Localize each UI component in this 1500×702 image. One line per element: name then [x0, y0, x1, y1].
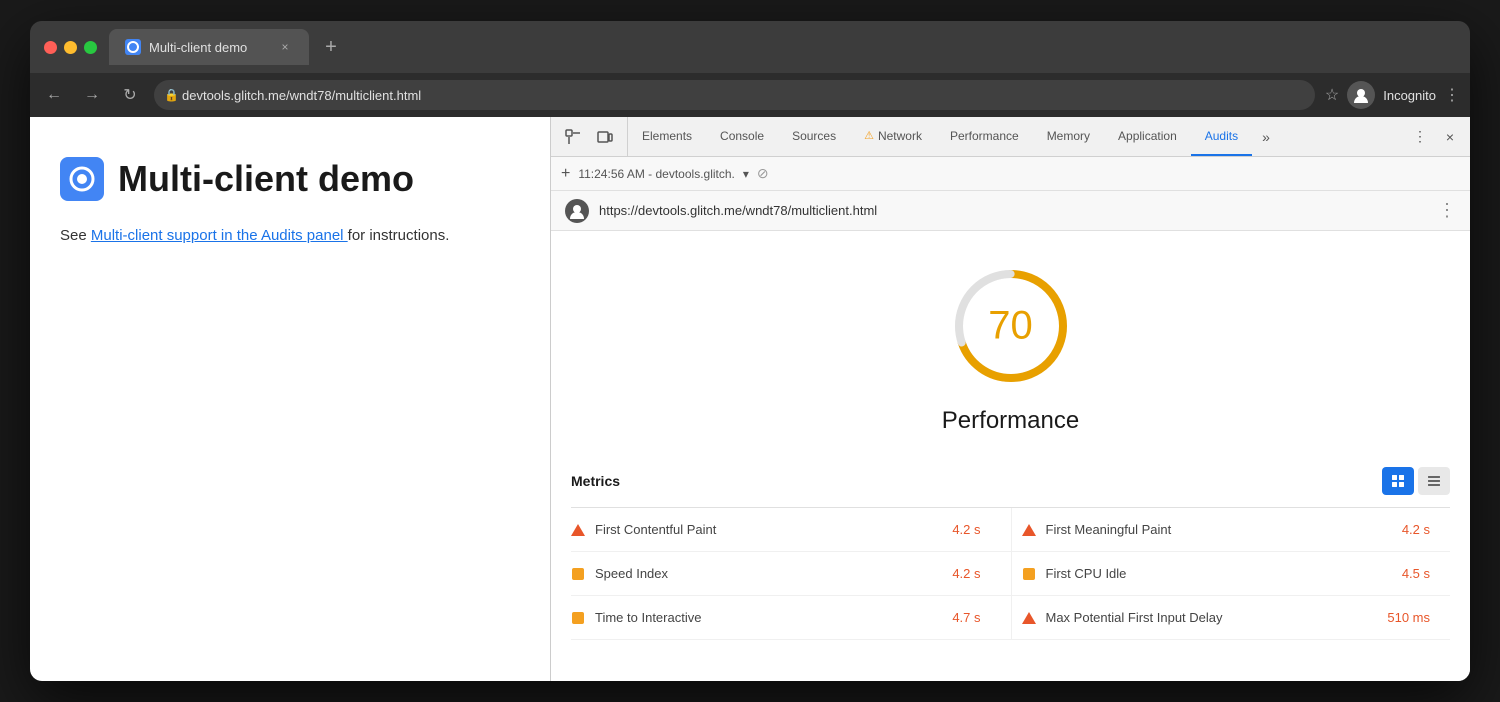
devtools-actions: ⋮ ×: [1400, 117, 1470, 156]
metric-item-si: Speed Index 4.2 s: [571, 552, 1011, 596]
close-traffic-light[interactable]: [44, 41, 57, 54]
tab-memory[interactable]: Memory: [1033, 117, 1104, 156]
performance-label: Performance: [942, 407, 1079, 435]
devtools-url-bar: https://devtools.glitch.me/wndt78/multic…: [551, 191, 1470, 231]
metric-value-fci: 4.5 s: [1402, 566, 1450, 581]
metric-name-si: Speed Index: [595, 566, 942, 581]
tab-title: Multi-client demo: [149, 40, 269, 55]
tab-bar: Multi-client demo × +: [109, 29, 1456, 65]
browser-tab[interactable]: Multi-client demo ×: [109, 29, 309, 65]
minimize-traffic-light[interactable]: [64, 41, 77, 54]
tab-close-button[interactable]: ×: [277, 39, 293, 55]
devtools-tabs: Elements Console Sources ⚠ Network Perfo…: [628, 117, 1400, 156]
devtools-url-more-button[interactable]: ⋮: [1438, 200, 1456, 221]
devtools-settings-button[interactable]: ⋮: [1408, 125, 1432, 149]
devtools-panel: Elements Console Sources ⚠ Network Perfo…: [550, 117, 1470, 681]
element-picker-icon[interactable]: [559, 123, 587, 151]
performance-content: 70 Performance Metrics: [551, 231, 1470, 681]
page-main-title: Multi-client demo: [118, 158, 414, 200]
metric-name-fcp: First Contentful Paint: [595, 522, 942, 537]
metric-item-fmp: First Meaningful Paint 4.2 s: [1011, 508, 1451, 552]
forward-button[interactable]: →: [78, 81, 106, 109]
audits-dropdown-icon[interactable]: ▾: [743, 167, 749, 181]
metric-icon-fmp: [1022, 523, 1036, 537]
metric-item-fci: First CPU Idle 4.5 s: [1011, 552, 1451, 596]
tab-audits[interactable]: Audits: [1191, 117, 1252, 156]
metric-value-mpfid: 510 ms: [1387, 610, 1450, 625]
incognito-label: Incognito: [1383, 88, 1436, 103]
browser-window: Multi-client demo × + ← → ↻ 🔒 ☆ Incognit…: [30, 21, 1470, 681]
metrics-view-toggle: [1382, 467, 1450, 495]
metric-icon-tti: [571, 611, 585, 625]
tab-elements[interactable]: Elements: [628, 117, 706, 156]
refresh-button[interactable]: ↻: [116, 81, 144, 109]
webpage-area: Multi-client demo See Multi-client suppo…: [30, 117, 550, 681]
devtools-close-button[interactable]: ×: [1438, 125, 1462, 149]
metrics-title: Metrics: [571, 473, 620, 489]
tab-favicon: [125, 39, 141, 55]
page-header: Multi-client demo: [60, 157, 520, 201]
metric-value-si: 4.2 s: [952, 566, 1000, 581]
main-content: Multi-client demo See Multi-client suppo…: [30, 117, 1470, 681]
maximize-traffic-light[interactable]: [84, 41, 97, 54]
incognito-avatar: [1347, 81, 1375, 109]
devtools-url-avatar: [565, 199, 589, 223]
metric-icon-fcp: [571, 523, 585, 537]
metric-icon-fci: [1022, 567, 1036, 581]
lock-icon: 🔒: [164, 88, 179, 102]
new-tab-button[interactable]: +: [317, 33, 345, 61]
audits-stop-button[interactable]: ⊘: [757, 165, 769, 182]
title-bar: Multi-client demo × +: [30, 21, 1470, 73]
body-suffix: for instructions.: [348, 227, 450, 244]
back-button[interactable]: ←: [40, 81, 68, 109]
metric-name-tti: Time to Interactive: [595, 610, 942, 625]
address-input[interactable]: [154, 80, 1315, 110]
address-field-wrap: 🔒: [154, 80, 1315, 110]
performance-score: 70: [988, 304, 1033, 349]
metrics-section: Metrics: [551, 455, 1470, 660]
more-tabs-button[interactable]: »: [1252, 117, 1280, 156]
grid-view-toggle[interactable]: [1382, 467, 1414, 495]
list-view-toggle[interactable]: [1418, 467, 1450, 495]
bookmark-star-icon[interactable]: ☆: [1325, 85, 1339, 105]
metric-name-fci: First CPU Idle: [1046, 566, 1392, 581]
metric-item-tti: Time to Interactive 4.7 s: [571, 596, 1011, 640]
score-section: 70 Performance: [551, 231, 1470, 455]
devtools-toolbar: Elements Console Sources ⚠ Network Perfo…: [551, 117, 1470, 157]
metric-item-fcp: First Contentful Paint 4.2 s: [571, 508, 1011, 552]
tab-performance[interactable]: Performance: [936, 117, 1033, 156]
network-warn-icon: ⚠: [864, 129, 874, 142]
devtools-url-text: https://devtools.glitch.me/wndt78/multic…: [599, 203, 1428, 218]
body-prefix: See: [60, 227, 91, 244]
audits-add-button[interactable]: +: [561, 165, 570, 183]
toolbar-right: ☆ Incognito ⋮: [1325, 81, 1460, 109]
metric-value-tti: 4.7 s: [952, 610, 1000, 625]
metrics-grid: First Contentful Paint 4.2 s First Meani…: [571, 508, 1450, 640]
page-body-text: See Multi-client support in the Audits p…: [60, 225, 520, 248]
device-toggle-icon[interactable]: [591, 123, 619, 151]
metric-value-fcp: 4.2 s: [952, 522, 1000, 537]
metrics-header: Metrics: [571, 455, 1450, 508]
metric-icon-si: [571, 567, 585, 581]
audits-timestamp: 11:24:56 AM - devtools.glitch.: [578, 167, 735, 181]
metric-item-mpfid: Max Potential First Input Delay 510 ms: [1011, 596, 1451, 640]
browser-menu-button[interactable]: ⋮: [1444, 85, 1460, 105]
metric-value-fmp: 4.2 s: [1402, 522, 1450, 537]
tab-network[interactable]: ⚠ Network: [850, 117, 936, 156]
tab-console[interactable]: Console: [706, 117, 778, 156]
devtools-icon-group: [551, 117, 628, 156]
tab-sources[interactable]: Sources: [778, 117, 850, 156]
metric-name-fmp: First Meaningful Paint: [1046, 522, 1392, 537]
address-bar: ← → ↻ 🔒 ☆ Incognito ⋮: [30, 73, 1470, 117]
tab-application[interactable]: Application: [1104, 117, 1191, 156]
traffic-lights: [44, 41, 97, 54]
score-circle: 70: [946, 261, 1076, 391]
page-logo: [60, 157, 104, 201]
audits-panel-link[interactable]: Multi-client support in the Audits panel: [91, 227, 348, 244]
audits-sub-toolbar: + 11:24:56 AM - devtools.glitch. ▾ ⊘: [551, 157, 1470, 191]
metric-name-mpfid: Max Potential First Input Delay: [1046, 610, 1378, 625]
metric-icon-mpfid: [1022, 611, 1036, 625]
